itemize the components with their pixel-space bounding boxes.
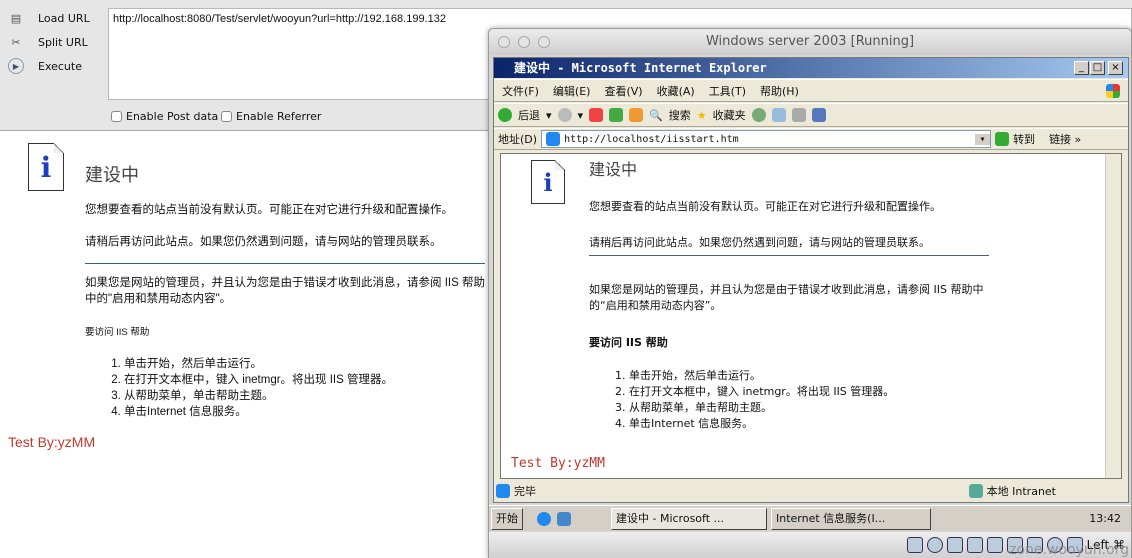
shared-folder-icon[interactable] xyxy=(986,537,1003,553)
paragraph: 如果您是网站的管理员，并且认为您是由于错误才收到此消息，请参阅 IIS 帮助中的… xyxy=(85,277,485,305)
footer-text: Test By:yzMM xyxy=(8,434,96,450)
usb-icon[interactable] xyxy=(946,537,963,553)
enable-post-checkbox[interactable]: Enable Post data xyxy=(111,110,218,123)
info-icon: i xyxy=(28,143,64,191)
menu-favorites[interactable]: 收藏(A) xyxy=(657,83,695,99)
favorites-button[interactable]: 收藏夹 xyxy=(713,107,746,123)
address-input[interactable]: http://localhost/iisstart.htm ▾ xyxy=(541,130,992,148)
vm-statusbar: Left ⌘ zone.wooyun.org xyxy=(489,532,1131,558)
status-text: 完毕 xyxy=(514,485,536,498)
zone-text: 本地 Intranet xyxy=(986,485,1056,498)
network-icon[interactable] xyxy=(966,537,983,553)
address-label: 地址(D) xyxy=(498,133,538,146)
go-button[interactable]: 转到 xyxy=(1013,131,1035,147)
close-button[interactable] xyxy=(498,36,510,48)
refresh-icon[interactable] xyxy=(609,108,624,122)
ie-titlebar[interactable]: 建设中 - Microsoft Internet Explorer xyxy=(494,58,1128,78)
help-steps: 单击开始，然后单击运行。 在打开文本框中，键入 inetmgr。将出现 IIS … xyxy=(629,368,894,432)
execute-button[interactable]: ▶ Execute xyxy=(8,56,82,76)
back-icon[interactable] xyxy=(498,108,512,122)
info-icon: i xyxy=(531,160,565,204)
history-icon[interactable] xyxy=(751,108,766,122)
play-icon: ▶ xyxy=(8,58,24,74)
toolbar: 后退 ▾ ▾ 🔍 搜索 ★ 收藏夹 xyxy=(494,103,1128,127)
ie-content: i 建设中 您想要查看的站点当前没有默认页。可能正在对它进行升级和配置操作。 请… xyxy=(500,153,1122,479)
windows-logo-icon xyxy=(1106,83,1120,98)
help-steps: 单击开始，然后单击运行。 在打开文本框中，键入 inetmgr。将出现 IIS … xyxy=(124,356,393,420)
close-icon[interactable]: × xyxy=(1108,61,1123,75)
menu-tools[interactable]: 工具(T) xyxy=(709,83,746,99)
mail-icon[interactable] xyxy=(771,108,786,122)
forward-icon[interactable] xyxy=(557,108,572,122)
vm-titlebar[interactable]: Windows server 2003 [Running] xyxy=(489,29,1131,55)
ie-quicklaunch-icon[interactable] xyxy=(537,511,551,526)
start-button[interactable]: 开始 xyxy=(491,507,523,530)
search-icon[interactable]: 🔍 xyxy=(649,109,663,122)
paragraph: 您想要查看的站点当前没有默认页。可能正在对它进行升级和配置操作。 xyxy=(85,204,453,216)
print-icon[interactable] xyxy=(791,108,806,122)
help-title: 要访问 IIS 帮助 xyxy=(589,336,668,349)
home-icon[interactable] xyxy=(629,108,644,122)
watermark: zone.wooyun.org xyxy=(1009,542,1129,558)
page-title: 建设中 xyxy=(85,165,139,185)
status-bar: 完毕 本地 Intranet xyxy=(496,482,1126,500)
enable-referrer-checkbox[interactable]: Enable Referrer xyxy=(221,110,321,123)
stop-icon[interactable] xyxy=(589,108,604,122)
load-url-icon: ▤ xyxy=(10,11,22,25)
menu-file[interactable]: 文件(F) xyxy=(502,83,539,99)
list-item: 在打开文本框中，键入 inetmgr。将出现 IIS 管理器。 xyxy=(629,384,894,400)
ie-page-icon xyxy=(546,132,561,146)
menu-bar: 文件(F) 编辑(E) 查看(V) 收藏(A) 工具(T) 帮助(H) xyxy=(494,79,1128,102)
footer-text: Test By:yzMM xyxy=(511,456,605,471)
vm-window: Windows server 2003 [Running] 建设中 - Micr… xyxy=(488,28,1132,558)
zoom-button[interactable] xyxy=(538,36,550,48)
network-icon xyxy=(968,484,983,498)
links-button[interactable]: 链接 » xyxy=(1049,131,1081,147)
help-title: 要访问 IIS 帮助 xyxy=(85,327,150,338)
search-button[interactable]: 搜索 xyxy=(669,107,691,123)
scissors-icon: ✂ xyxy=(11,35,21,49)
minimize-button[interactable] xyxy=(518,36,530,48)
edit-icon[interactable] xyxy=(811,108,826,122)
dropdown-icon[interactable]: ▾ xyxy=(975,133,991,145)
list-item: 在打开文本框中，键入 inetmgr。将出现 IIS 管理器。 xyxy=(124,372,393,388)
back-button[interactable]: 后退 xyxy=(518,107,540,123)
clock: 13:42 xyxy=(1089,512,1121,525)
page-title: 建设中 xyxy=(589,160,638,179)
paragraph: 请稍后再访问此站点。如果您仍然遇到问题，请与网站的管理员联系。 xyxy=(85,236,442,248)
paragraph: 如果您是网站的管理员，并且认为您是由于错误才收到此消息，请参阅 IIS 帮助中的… xyxy=(589,283,984,312)
paragraph: 请稍后再访问此站点。如果您仍然遇到问题，请与网站的管理员联系。 xyxy=(589,236,930,249)
menu-view[interactable]: 查看(V) xyxy=(604,83,642,99)
list-item: 从帮助菜单，单击帮助主题。 xyxy=(124,388,393,404)
star-icon[interactable]: ★ xyxy=(697,109,707,122)
go-arrow-icon[interactable] xyxy=(995,132,1010,146)
paragraph: 您想要查看的站点当前没有默认页。可能正在对它进行升级和配置操作。 xyxy=(589,200,941,213)
list-item: 单击开始，然后单击运行。 xyxy=(124,356,393,372)
taskbar-item-iis[interactable]: Internet 信息服务(I... xyxy=(771,507,931,530)
menu-edit[interactable]: 编辑(E) xyxy=(553,83,591,99)
ie-page-icon xyxy=(496,484,510,498)
host-page: i 建设中 您想要查看的站点当前没有默认页。可能正在对它进行升级和配置操作。 请… xyxy=(0,131,488,558)
vertical-scrollbar[interactable] xyxy=(1105,154,1121,478)
ie-window: 建设中 - Microsoft Internet Explorer _ □ × … xyxy=(493,57,1129,503)
divider xyxy=(85,263,485,264)
address-bar: 地址(D) http://localhost/iisstart.htm ▾ 转到 … xyxy=(494,128,1128,150)
list-item: 从帮助菜单，单击帮助主题。 xyxy=(629,400,894,416)
maximize-icon[interactable]: □ xyxy=(1090,61,1105,75)
list-item: 单击开始，然后单击运行。 xyxy=(629,368,894,384)
list-item: 单击Internet 信息服务。 xyxy=(629,416,894,432)
menu-help[interactable]: 帮助(H) xyxy=(760,83,799,99)
load-url-button[interactable]: ▤ Load URL xyxy=(8,8,90,28)
minimize-icon[interactable]: _ xyxy=(1074,61,1089,75)
divider xyxy=(589,255,989,256)
cd-icon[interactable] xyxy=(926,537,943,553)
hdd-icon[interactable] xyxy=(906,537,923,553)
taskbar: 开始 建设中 - Microsoft ... Internet 信息服务(I..… xyxy=(489,505,1131,531)
list-item: 单击Internet 信息服务。 xyxy=(124,404,393,420)
taskbar-item-ie[interactable]: 建设中 - Microsoft ... xyxy=(611,507,767,530)
split-url-button[interactable]: ✂ Split URL xyxy=(8,32,87,52)
desktop-quicklaunch-icon[interactable] xyxy=(557,511,571,526)
